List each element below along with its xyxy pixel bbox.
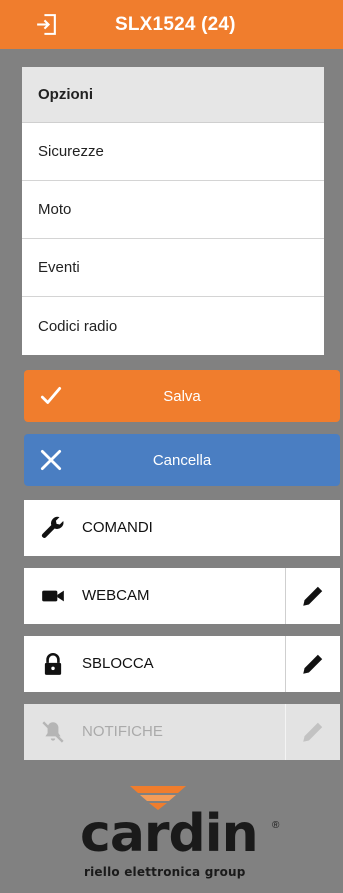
sblocca-label: SBLOCCA <box>82 655 154 672</box>
pencil-icon <box>303 654 323 674</box>
save-label: Salva <box>163 387 201 405</box>
cancel-label: Cancella <box>152 451 212 469</box>
menu-item-eventi[interactable]: Eventi <box>22 239 324 297</box>
login-icon[interactable] <box>34 12 59 37</box>
sblocca-edit-button[interactable] <box>285 636 340 692</box>
notifiche-label: NOTIFICHE <box>82 723 163 740</box>
cardin-logo: cardin ® riello elettronica group <box>72 784 282 879</box>
videocam-icon <box>42 590 64 602</box>
app-header: SLX1524 (24) <box>0 0 343 49</box>
check-icon <box>40 387 62 404</box>
menu-item-codici-radio[interactable]: Codici radio <box>22 297 324 355</box>
save-button[interactable]: Salva <box>24 370 340 422</box>
device-title: SLX1524 (24) <box>115 14 236 35</box>
menu-item-moto[interactable]: Moto <box>22 181 324 239</box>
menu-item-sicurezze[interactable]: Sicurezze <box>22 123 324 181</box>
bell-off-icon <box>42 721 64 743</box>
logo-tagline: riello elettronica group <box>84 865 246 879</box>
cancel-button[interactable]: Cancella <box>24 434 340 486</box>
comandi-label: COMANDI <box>82 519 153 536</box>
wrench-icon <box>41 516 64 538</box>
sblocca-row[interactable]: SBLOCCA <box>24 636 340 692</box>
webcam-label: WEBCAM <box>82 587 150 604</box>
menu-title: Opzioni <box>22 67 324 123</box>
notifiche-edit-button[interactable] <box>285 704 340 760</box>
pencil-icon <box>303 722 323 742</box>
logo-registered-mark: ® <box>272 820 280 831</box>
close-icon <box>40 449 62 471</box>
logo-wordmark: cardin <box>80 804 259 864</box>
options-menu: Opzioni Sicurezze Moto Eventi Codici rad… <box>22 67 324 355</box>
webcam-row[interactable]: WEBCAM <box>24 568 340 624</box>
lock-icon <box>44 653 62 675</box>
comandi-button[interactable]: COMANDI <box>24 500 340 556</box>
notifiche-row[interactable]: NOTIFICHE <box>24 704 340 760</box>
webcam-edit-button[interactable] <box>285 568 340 624</box>
pencil-icon <box>303 586 323 606</box>
